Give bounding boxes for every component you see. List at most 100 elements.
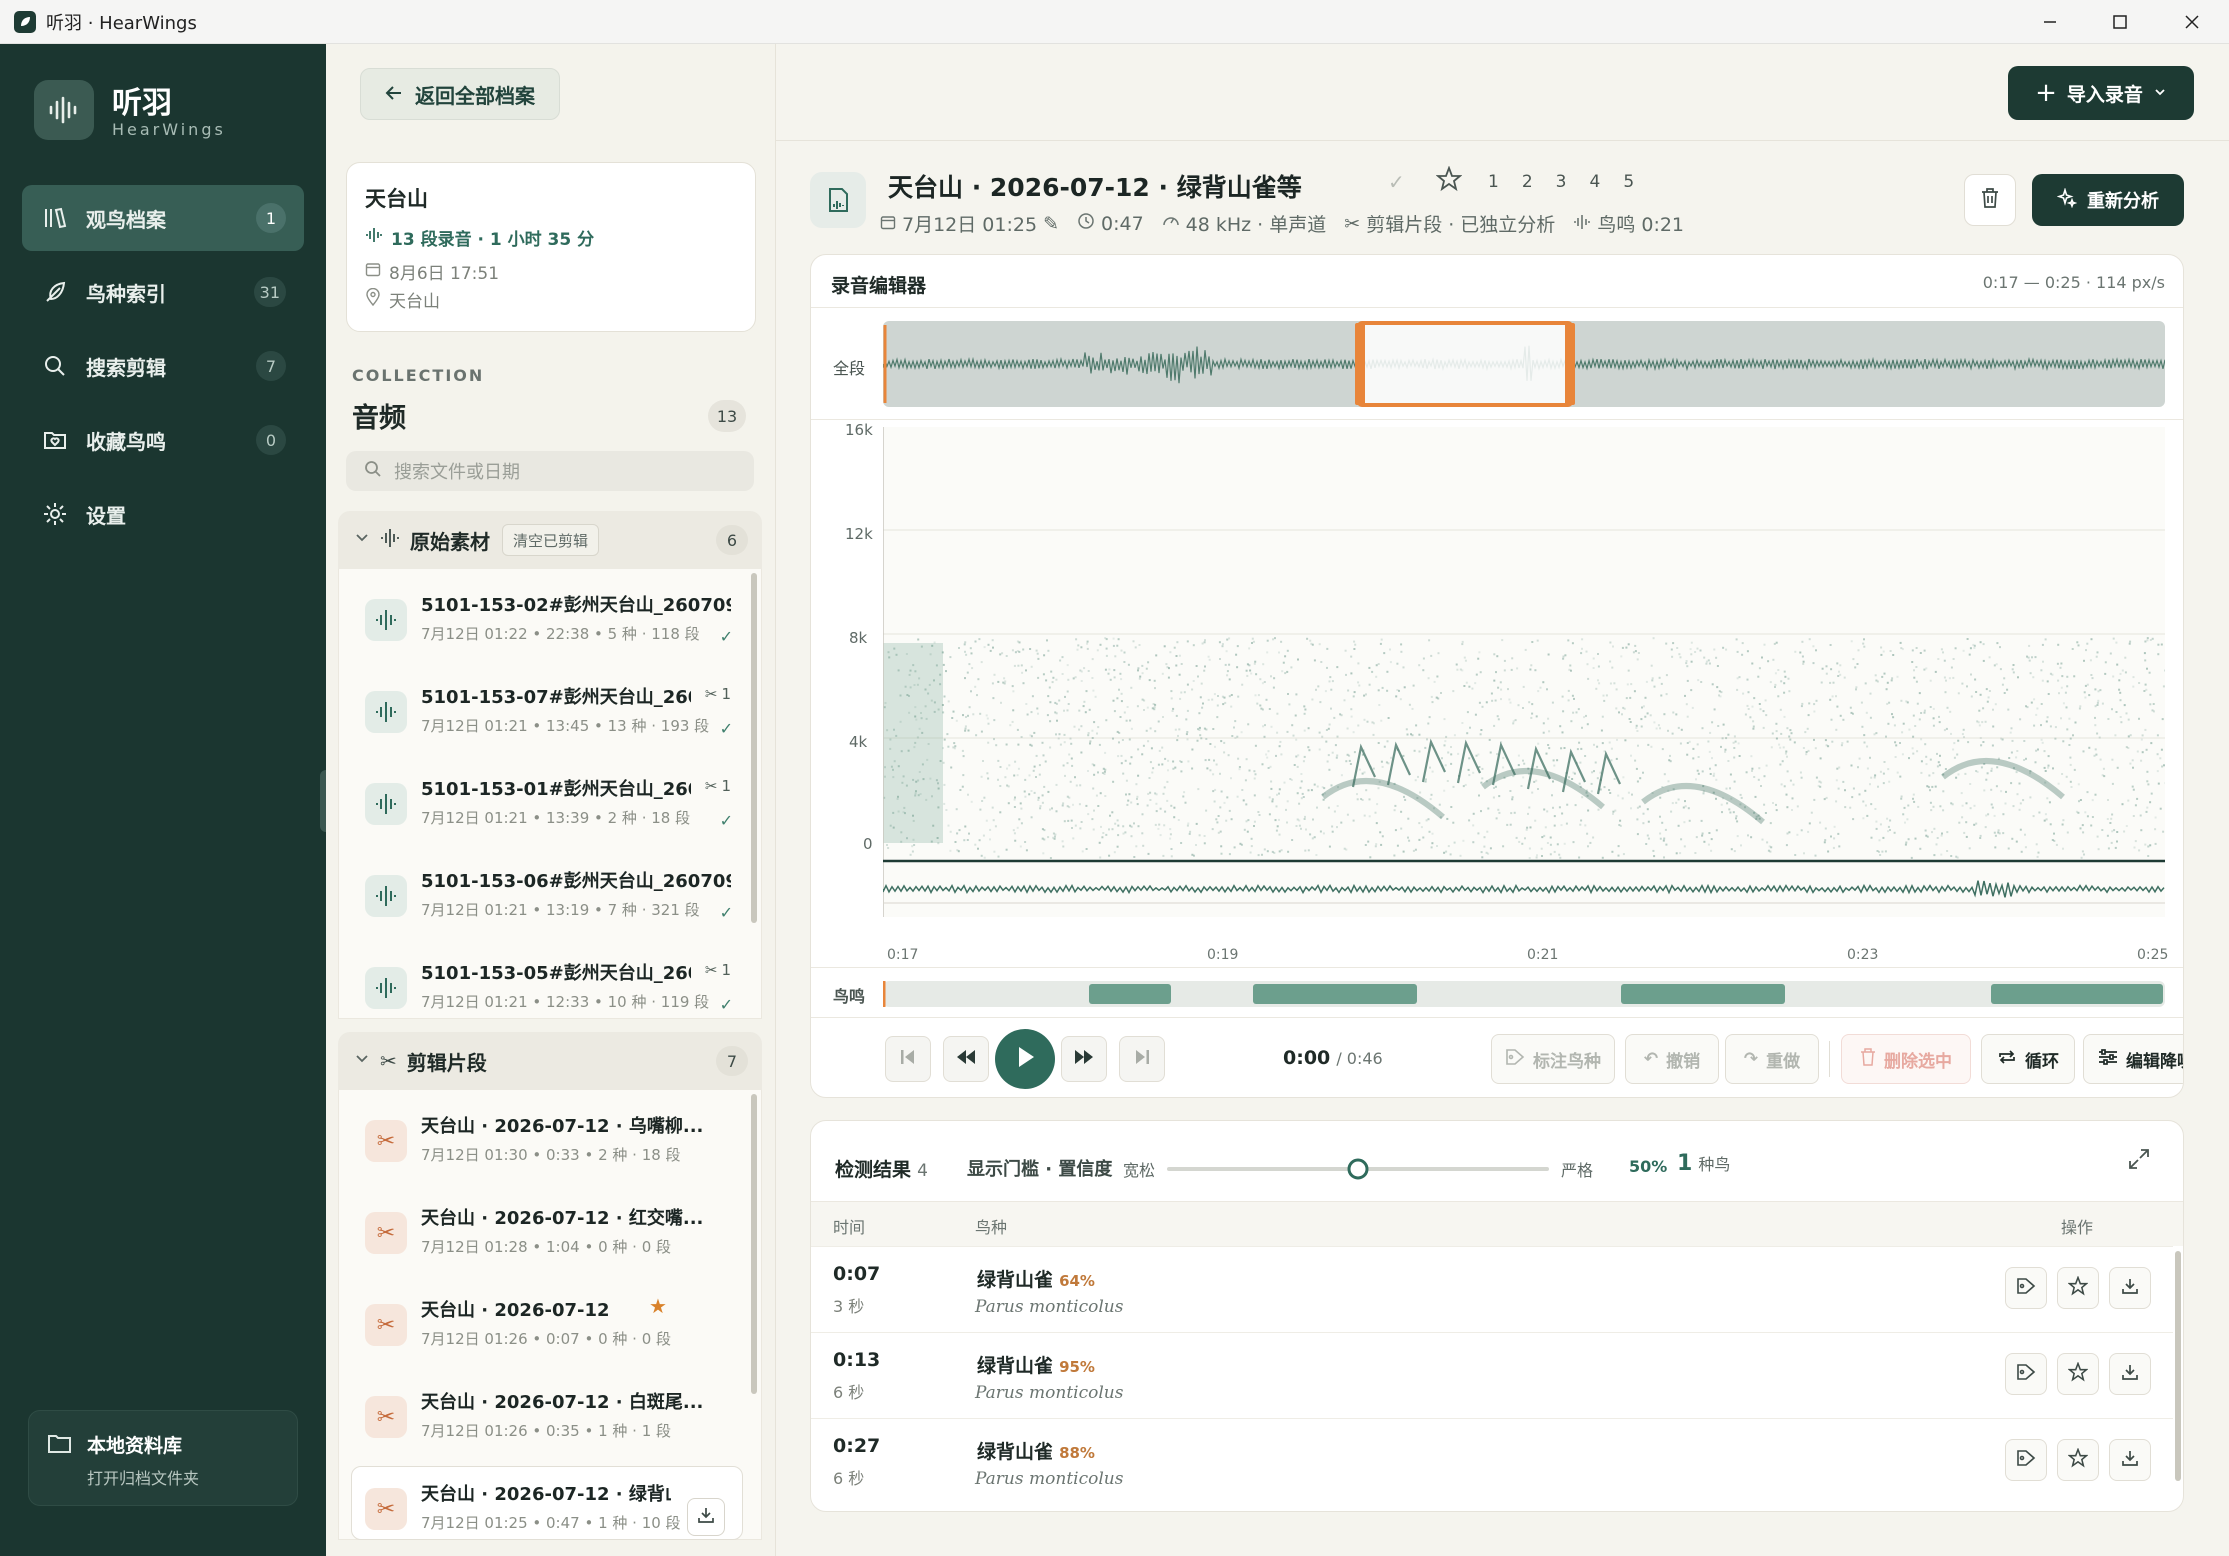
nav-item-search-clips[interactable]: 搜索剪辑 7 <box>22 333 304 399</box>
clip-meta: 7月12日 01:28 • 1:04 • 0 种 · 0 段 <box>421 1238 672 1256</box>
nav-item-settings[interactable]: 设置 <box>22 481 304 547</box>
archive-summary: 13 段录音 · 1 小时 35 分 <box>391 230 595 250</box>
spectrogram[interactable] <box>883 427 2165 917</box>
list-item[interactable]: 5101-153-01#彭州天台山_260... ✂ 1 7月12日 01:21 … <box>361 765 745 849</box>
divider <box>811 419 2183 420</box>
play-button[interactable] <box>995 1029 1055 1089</box>
tag-button[interactable] <box>2005 1353 2047 1395</box>
skip-end-button[interactable] <box>1119 1036 1165 1082</box>
nav-item-archive[interactable]: 观鸟档案 1 <box>22 185 304 251</box>
table-row[interactable]: 0:07 3 秒 绿背山雀 64% Parus monticolus <box>811 1246 2173 1332</box>
list-item[interactable]: 5101-153-07#彭州天台山_260... ✂ 1 7月12日 01:21 … <box>361 673 745 757</box>
archive-summary-row: 13 段录音 · 1 小时 35 分 <box>365 225 594 250</box>
list-item[interactable]: 5101-153-06#彭州天台山_260709_0... 7月12日 01:2… <box>361 857 745 941</box>
favorite-button[interactable] <box>2057 1353 2099 1395</box>
freq-tick: 0 <box>863 835 873 853</box>
download-button[interactable] <box>2109 1353 2151 1395</box>
list-item[interactable]: ✂ 天台山 · 2026-07-12 · 红交嘴... 7月12日 01:28 … <box>361 1194 745 1278</box>
minimize-button[interactable] <box>2016 0 2084 44</box>
rating-1[interactable]: 1 <box>1488 172 1499 192</box>
clip-name: 天台山 · 2026-07-12 · 红交嘴... <box>421 1208 704 1229</box>
time-tick: 0:23 <box>1847 947 1879 963</box>
song-segment[interactable] <box>1621 984 1785 1004</box>
scrollbar[interactable] <box>751 573 757 923</box>
redo-button[interactable]: ↷ 重做 <box>1725 1034 1819 1084</box>
raw-group-header[interactable]: 原始素材 清空已剪辑 6 <box>338 511 762 569</box>
song-segment[interactable] <box>1991 984 2163 1004</box>
close-window-button[interactable] <box>2158 0 2226 44</box>
arrow-left-icon <box>385 82 403 106</box>
undo-button[interactable]: ↶ 撤销 <box>1625 1034 1719 1084</box>
tag-button[interactable] <box>2005 1439 2047 1481</box>
star-outline-icon[interactable] <box>1435 165 1463 197</box>
download-button[interactable] <box>2109 1267 2151 1309</box>
delete-recording-button[interactable] <box>1964 174 2016 226</box>
edit-denoise-button[interactable]: 编辑降噪 <box>2083 1034 2183 1084</box>
freq-tick: 8k <box>849 629 868 647</box>
song-segment[interactable] <box>1253 984 1417 1004</box>
clear-edited-button[interactable]: 清空已剪辑 <box>502 524 600 556</box>
skip-start-icon <box>899 1048 917 1071</box>
species-count-row: 1 种鸟 <box>1677 1151 1730 1176</box>
delete-selection-button[interactable]: 删除选中 <box>1841 1034 1971 1084</box>
list-item[interactable]: ✂ 天台山 · 2026-07-12 · 白斑尾... 7月12日 01:26 … <box>361 1378 745 1462</box>
clip-group-header[interactable]: ✂ 剪辑片段 7 <box>338 1032 762 1090</box>
file-search-input[interactable]: 搜索文件或日期 <box>346 451 754 491</box>
pencil-icon[interactable]: ✎ <box>1043 213 1059 235</box>
table-row[interactable]: 0:13 6 秒 绿背山雀 95% Parus monticolus <box>811 1332 2173 1418</box>
tag-icon <box>2016 1363 2036 1386</box>
latin-name: Parus monticolus <box>975 1469 1124 1489</box>
rating-4[interactable]: 4 <box>1589 172 1600 192</box>
rating-5[interactable]: 5 <box>1623 172 1634 192</box>
star-filled-icon[interactable]: ★ <box>649 1294 667 1318</box>
slider-handle[interactable] <box>1347 1158 1369 1180</box>
download-button[interactable] <box>687 1498 725 1536</box>
loop-button[interactable]: 循环 <box>1981 1034 2075 1084</box>
favorite-button[interactable] <box>2057 1439 2099 1481</box>
check-icon[interactable]: ✓ <box>1388 170 1405 194</box>
nav-count: 0 <box>256 425 286 455</box>
redo-icon: ↷ <box>1743 1049 1759 1069</box>
divider <box>811 307 2183 308</box>
list-item[interactable]: 5101-153-05#彭州天台山_260... ✂ 1 7月12日 01:21 … <box>361 949 745 1019</box>
star-outline-icon <box>2067 1446 2089 1473</box>
clip-list: ✂ 天台山 · 2026-07-12 · 乌嘴柳... 7月12日 01:30 … <box>338 1090 762 1540</box>
table-row[interactable]: 0:27 6 秒 绿背山雀 88% Parus monticolus <box>811 1418 2173 1504</box>
row-species: 绿背山雀 88% <box>977 1437 1095 1464</box>
maximize-button[interactable] <box>2086 0 2154 44</box>
nav-item-species-index[interactable]: 鸟种索引 31 <box>22 259 304 325</box>
list-item[interactable]: ✂ 天台山 · 2026-07-12 · 乌嘴柳... 7月12日 01:30 … <box>361 1102 745 1186</box>
list-item[interactable]: 5101-153-02#彭州天台山_260709_0... 7月12日 01:2… <box>361 581 745 665</box>
list-item[interactable]: ✂ 天台山 · 2026-07-12 ★ 7月12日 01:26 • 0:07 … <box>361 1286 745 1370</box>
waveform-icon <box>365 783 407 825</box>
time-current: 0:00 <box>1283 1047 1331 1069</box>
waveform-icon <box>365 227 383 248</box>
row-time: 0:07 <box>833 1263 881 1285</box>
reanalyze-button[interactable]: 重新分析 <box>2032 174 2184 226</box>
expand-icon[interactable] <box>2127 1147 2151 1176</box>
rating-2[interactable]: 2 <box>1522 172 1533 192</box>
rewind-button[interactable] <box>943 1036 989 1082</box>
nav-item-favorites[interactable]: 收藏鸟鸣 0 <box>22 407 304 473</box>
archive-card[interactable]: 天台山 13 段录音 · 1 小时 35 分 8月6日 17:51 天台山 <box>346 162 756 332</box>
scrollbar[interactable] <box>751 1094 757 1394</box>
fast-forward-button[interactable] <box>1061 1036 1107 1082</box>
skip-start-button[interactable] <box>885 1036 931 1082</box>
latin-name: Parus monticolus <box>975 1383 1124 1403</box>
overview-waveform[interactable] <box>883 321 2165 407</box>
local-library-card[interactable]: 本地资料库 打开归档文件夹 <box>28 1410 298 1506</box>
rating-3[interactable]: 3 <box>1556 172 1567 192</box>
tag-button[interactable] <box>2005 1267 2047 1309</box>
list-item-selected[interactable]: ✂ 天台山 · 2026-07-12 · 绿背山... 7月12日 01:25 … <box>361 1470 745 1540</box>
overview-label: 全段 <box>833 359 866 378</box>
back-to-archives-button[interactable]: 返回全部档案 <box>360 68 560 120</box>
tag-species-button[interactable]: 标注鸟种 <box>1491 1034 1615 1084</box>
threshold-slider[interactable] <box>1163 1151 1553 1187</box>
favorite-button[interactable] <box>2057 1267 2099 1309</box>
download-button[interactable] <box>2109 1439 2151 1481</box>
scrollbar[interactable] <box>2175 1251 2181 1481</box>
song-track[interactable] <box>883 979 2165 1009</box>
import-recording-button[interactable]: + 导入录音 <box>2008 66 2194 120</box>
song-segment[interactable] <box>1089 984 1171 1004</box>
clip-meta: 7月12日 01:26 • 0:35 • 1 种 · 1 段 <box>421 1422 672 1440</box>
